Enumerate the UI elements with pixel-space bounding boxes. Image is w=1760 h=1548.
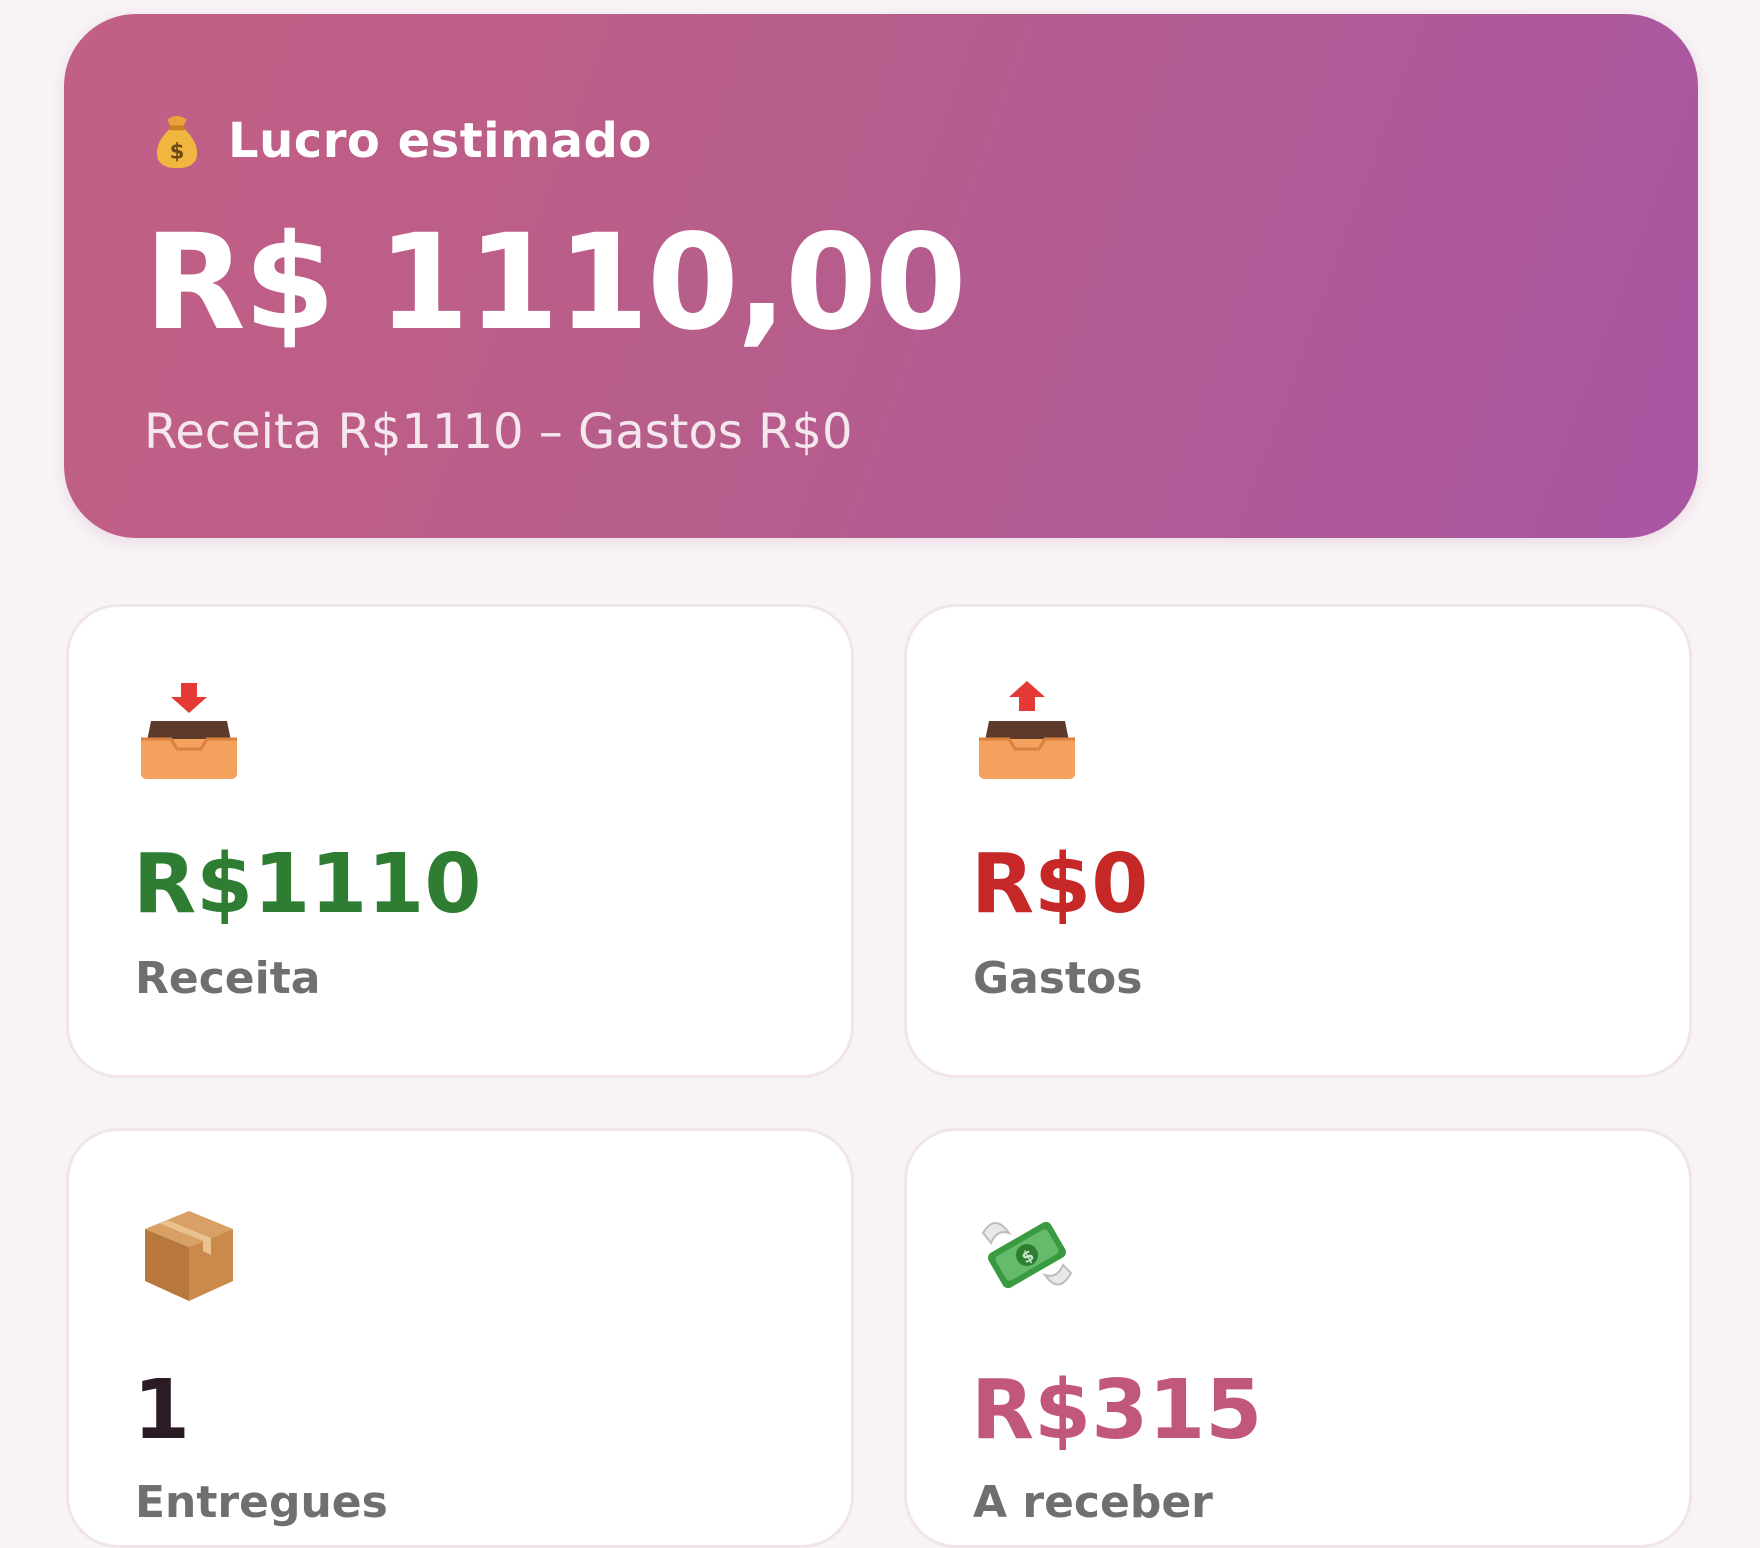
- svg-text:$: $: [170, 139, 185, 164]
- inbox-tray-icon: [141, 683, 237, 779]
- profit-label: Lucro estimado: [228, 113, 652, 169]
- entregues-label: Entregues: [135, 1477, 388, 1528]
- gastos-card[interactable]: R$0 Gastos: [904, 604, 1692, 1078]
- a-receber-card[interactable]: $ R$315 A receber: [904, 1128, 1692, 1548]
- moneybag-icon: $: [156, 115, 198, 169]
- entregues-value: 1: [133, 1363, 191, 1458]
- package-icon: [145, 1211, 233, 1301]
- profit-breakdown: Receita R$1110 – Gastos R$0: [144, 404, 853, 460]
- gastos-value: R$0: [971, 837, 1149, 932]
- profit-card: $ Lucro estimado R$ 1110,00 Receita R$11…: [64, 14, 1698, 538]
- outbox-tray-icon: [979, 681, 1075, 779]
- entregues-card[interactable]: 1 Entregues: [66, 1128, 854, 1548]
- receita-card[interactable]: R$1110 Receita: [66, 604, 854, 1078]
- gastos-label: Gastos: [973, 953, 1143, 1004]
- money-with-wings-icon: $: [981, 1221, 1073, 1289]
- a-receber-value: R$315: [971, 1363, 1263, 1458]
- profit-header: $ Lucro estimado: [146, 110, 652, 172]
- profit-value: R$ 1110,00: [144, 206, 967, 360]
- receita-label: Receita: [135, 953, 321, 1004]
- receita-value: R$1110: [133, 837, 482, 932]
- a-receber-label: A receber: [973, 1477, 1213, 1528]
